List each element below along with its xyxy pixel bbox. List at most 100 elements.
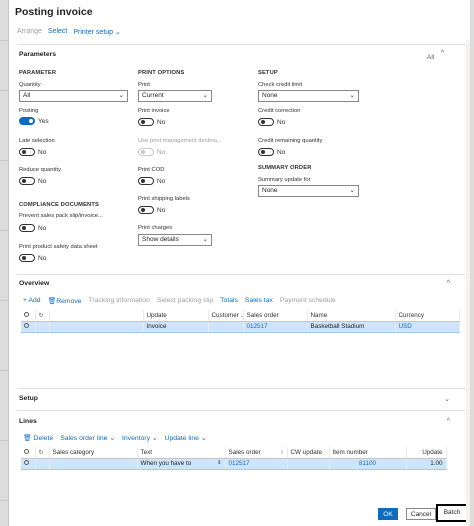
print-invoice-toggle[interactable]: [138, 118, 154, 126]
arrange-button[interactable]: Arrange: [17, 28, 42, 36]
setup-heading[interactable]: Setup: [19, 395, 38, 402]
parameters-heading[interactable]: Parameters: [19, 51, 56, 58]
select-all-radio[interactable]: [21, 447, 36, 459]
col-cw-update[interactable]: CW update: [287, 447, 330, 459]
col-update[interactable]: Update: [143, 310, 209, 322]
printer-setup-button[interactable]: Printer setup ⌄: [73, 28, 121, 36]
add-button[interactable]: + Add: [23, 297, 41, 305]
col-text[interactable]: Text: [137, 447, 226, 459]
inventory-label: Inventory: [122, 435, 150, 442]
posting-value: Yes: [38, 118, 49, 125]
cell-sales-order[interactable]: 012517: [243, 320, 308, 333]
row-blank: [49, 320, 144, 333]
reduce-quantity-toggle[interactable]: [19, 177, 35, 185]
chevron-up-icon[interactable]: ^: [447, 280, 450, 287]
payment-schedule-button[interactable]: Payment schedule: [280, 297, 336, 305]
lines-actions: 🗑 Delete Sales order line ⌄ Inventory ⌄ …: [23, 434, 207, 442]
summary-update-select[interactable]: None ⌄: [258, 185, 359, 197]
batch-button[interactable]: Batch: [436, 504, 468, 522]
select-all-radio[interactable]: [21, 310, 36, 322]
setup-group-heading: SETUP: [258, 70, 278, 76]
col-sales-order[interactable]: Sales order ↑: [225, 447, 288, 459]
cell-update[interactable]: 1.00: [406, 457, 447, 470]
col-sales-category[interactable]: Sales category: [49, 447, 138, 459]
cell-currency[interactable]: USD: [395, 320, 460, 333]
sales-tax-button[interactable]: Sales tax: [245, 297, 273, 305]
sales-order-line-menu[interactable]: Sales order line ⌄: [60, 434, 115, 442]
inventory-menu[interactable]: Inventory ⌄: [122, 434, 158, 442]
print-cod-toggle[interactable]: [138, 177, 154, 185]
table-row[interactable]: Invoice 012517 Basketball Stadium USD: [21, 320, 460, 333]
update-line-menu[interactable]: Update line ⌄: [165, 434, 207, 442]
cell-customer[interactable]: [208, 320, 244, 333]
quantity-label: Quantity: [19, 82, 41, 88]
table-row[interactable]: When you have to ⇕ 012517 81100 1.00: [21, 457, 447, 470]
quantity-select[interactable]: All ⌄: [19, 90, 128, 102]
compliance-group-heading: COMPLIANCE DOCUMENTS: [19, 202, 99, 208]
print-invoice-label: Print invoice: [138, 108, 170, 114]
lines-heading[interactable]: Lines: [19, 418, 37, 425]
cell-cw-update[interactable]: [287, 457, 330, 470]
col-sales-order[interactable]: Sales order: [243, 310, 308, 322]
cell-sales-category[interactable]: [49, 457, 138, 470]
late-selection-label: Late selection: [19, 138, 55, 144]
totals-button[interactable]: Totals: [220, 297, 238, 305]
print-shipping-labels-value: No: [157, 207, 166, 214]
trash-icon: 🗑: [23, 435, 32, 442]
cell-update[interactable]: Invoice: [143, 320, 209, 333]
lines-grid: ↻ Sales category Text Sales order ↑ CW u…: [21, 447, 447, 470]
print-charges-select[interactable]: Show details ⌄: [138, 234, 212, 246]
blank-header: [49, 310, 144, 322]
spin-icon[interactable]: ⇕: [217, 460, 221, 466]
late-selection-value: No: [38, 149, 47, 156]
chevron-down-icon: ⌄: [202, 92, 208, 99]
ok-button[interactable]: OK: [378, 508, 398, 520]
select-packing-slip-button[interactable]: Select packing slip: [157, 297, 213, 305]
quantity-value: All: [23, 92, 31, 99]
cell-sales-order[interactable]: 012517: [225, 457, 288, 470]
divider: [17, 44, 466, 45]
chevron-down-icon: ⌄: [151, 435, 158, 442]
col-item-number[interactable]: Item number: [329, 447, 407, 459]
divider: [17, 410, 466, 411]
chevron-down-icon: ⌄: [349, 187, 355, 194]
col-currency[interactable]: Currency: [395, 310, 460, 322]
row-radio[interactable]: [21, 320, 36, 333]
prevent-pack-slip-toggle[interactable]: [19, 224, 35, 232]
credit-correction-toggle[interactable]: [258, 118, 274, 126]
refresh-icon[interactable]: ↻: [35, 447, 50, 459]
late-selection-toggle[interactable]: [19, 148, 35, 156]
select-button[interactable]: Select: [48, 28, 67, 36]
chevron-down-icon[interactable]: ⌄: [444, 395, 450, 403]
posting-toggle[interactable]: [19, 117, 35, 125]
refresh-icon[interactable]: ↻: [35, 310, 50, 322]
credit-limit-select[interactable]: None ⌄: [258, 90, 359, 102]
col-customer[interactable]: Customer ...: [208, 310, 244, 322]
print-select[interactable]: Current ⌄: [138, 90, 212, 102]
col-name[interactable]: Name: [307, 310, 396, 322]
print-shipping-labels-toggle[interactable]: [138, 206, 154, 214]
remove-button[interactable]: 🗑Remove: [48, 297, 82, 305]
cancel-button[interactable]: Cancel: [406, 508, 436, 520]
delete-button[interactable]: 🗑 Delete: [23, 434, 53, 442]
cell-text[interactable]: When you have to ⇕: [137, 457, 226, 470]
tracking-info-button[interactable]: Tracking information: [89, 297, 150, 305]
printer-setup-label: Printer setup: [73, 29, 114, 36]
all-label: All: [427, 54, 435, 61]
scrollbar[interactable]: [466, 40, 470, 526]
cell-name[interactable]: Basketball Stadium: [307, 320, 396, 333]
chevron-up-icon[interactable]: ^: [447, 418, 450, 425]
safety-sheet-toggle[interactable]: [19, 254, 35, 262]
cell-item-number[interactable]: 81100: [329, 457, 407, 470]
posting-invoice-dialog: Posting invoice Arrange Select Printer s…: [8, 0, 470, 526]
row-radio[interactable]: [21, 457, 36, 470]
overview-heading[interactable]: Overview: [19, 280, 49, 287]
overview-actions: + Add 🗑Remove Tracking information Selec…: [23, 297, 336, 305]
col-update[interactable]: Update: [406, 447, 447, 459]
update-line-label: Update line: [164, 435, 199, 442]
credit-remaining-toggle[interactable]: [258, 148, 274, 156]
chevron-down-icon: ⌄: [349, 92, 355, 99]
parameter-group-heading: PARAMETER: [19, 70, 57, 76]
chevron-up-icon[interactable]: ^: [441, 50, 444, 57]
use-print-mgmt-value: No: [157, 149, 166, 156]
